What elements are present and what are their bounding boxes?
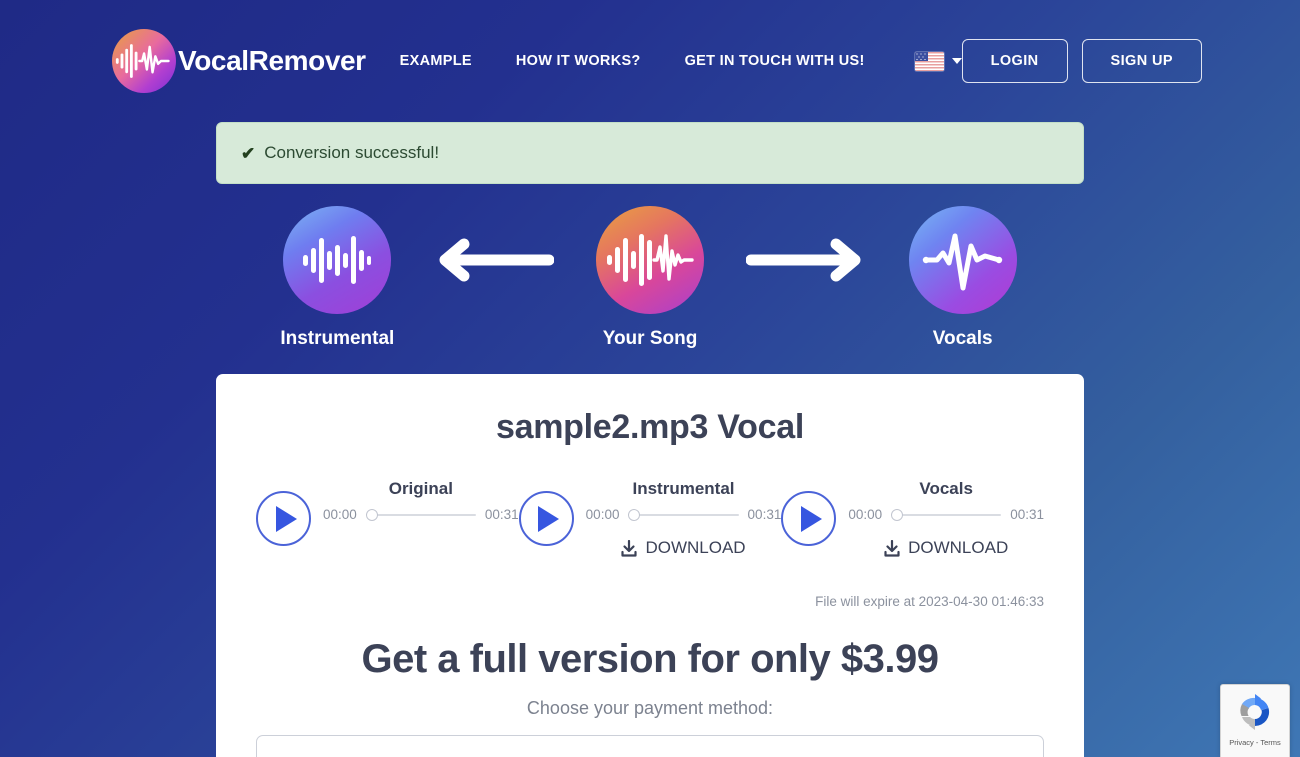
slider-thumb[interactable]: [365, 508, 378, 521]
recaptcha-badge[interactable]: Privacy - Terms: [1220, 684, 1290, 757]
player-group: Original 00:00 00:31 Instrumental 00:00 …: [256, 477, 1044, 558]
nav-contact[interactable]: GET IN TOUCH WITH US!: [685, 45, 865, 77]
track-instrumental: 00:00 00:31: [586, 507, 782, 522]
alert-message: Conversion successful!: [264, 143, 440, 162]
download-icon: [884, 539, 900, 557]
recaptcha-icon: [1235, 692, 1275, 732]
page-title: sample2.mp3 Vocal: [496, 408, 804, 446]
expiry-notice: File will expire at 2023-04-30 01:46:33: [815, 594, 1044, 609]
flow-node-your-song: Your Song: [569, 206, 732, 350]
play-icon: [275, 505, 297, 532]
duration-instrumental: 00:31: [747, 507, 782, 522]
slider-rail: [891, 513, 1002, 516]
us-flag-icon: [914, 51, 944, 71]
duration-vocals: 00:31: [1010, 507, 1045, 522]
page-container: ✔ Conversion successful! Instrumental Yo…: [216, 122, 1084, 757]
signup-button[interactable]: SIGN UP: [1081, 39, 1202, 83]
flow-node-instrumental: Instrumental: [256, 206, 419, 350]
chevron-down-icon: [951, 58, 962, 64]
current-time-instrumental: 00:00: [585, 507, 620, 522]
nav-how-it-works[interactable]: HOW IT WORKS?: [516, 45, 641, 77]
language-selector[interactable]: [914, 51, 962, 71]
slider-rail: [365, 513, 476, 516]
player-vocals: Vocals 00:00 00:31 DOWNLOAD: [781, 477, 1044, 558]
mixed-waveform-icon: [596, 206, 704, 314]
slider-thumb[interactable]: [628, 508, 641, 521]
main-nav: EXAMPLE HOW IT WORKS? GET IN TOUCH WITH …: [400, 45, 962, 77]
arrow-right-icon: [731, 206, 881, 314]
download-button-instrumental[interactable]: DOWNLOAD: [586, 538, 782, 558]
flow-node-vocals: Vocals: [881, 206, 1044, 350]
seek-slider-original[interactable]: [365, 508, 476, 522]
conversion-flow: Instrumental Your Song Vocals: [216, 206, 1084, 350]
player-instrumental: Instrumental 00:00 00:31 DOWNLOAD: [518, 477, 782, 558]
recaptcha-legal-text[interactable]: Privacy - Terms: [1229, 738, 1281, 747]
pulse-waveform-icon: [908, 206, 1017, 314]
slider-rail: [628, 513, 739, 516]
flow-label-your-song: Your Song: [602, 328, 698, 349]
brand-name: VocalRemover: [178, 45, 366, 76]
site-header: VocalRemover EXAMPLE HOW IT WORKS? GET I…: [0, 0, 1300, 122]
slider-thumb[interactable]: [891, 508, 904, 521]
current-time-original: 00:00: [323, 507, 357, 522]
bars-waveform-icon: [283, 206, 392, 314]
waveform-logo-icon: [112, 29, 176, 93]
play-icon: [800, 505, 822, 532]
login-button[interactable]: LOGIN: [961, 39, 1068, 83]
current-time-vocals: 00:00: [848, 507, 883, 522]
download-button-vocals[interactable]: DOWNLOAD: [848, 538, 1044, 558]
nav-example[interactable]: EXAMPLE: [400, 45, 472, 77]
download-label: DOWNLOAD: [645, 538, 746, 557]
payment-method-select[interactable]: [256, 735, 1044, 757]
seek-slider-instrumental[interactable]: [628, 508, 739, 522]
seek-slider-vocals[interactable]: [891, 508, 1002, 522]
track-vocals: 00:00 00:31: [848, 507, 1044, 522]
player-label-vocals: Vocals: [919, 479, 973, 498]
promo-subheading: Choose your payment method:: [526, 698, 774, 718]
duration-original: 00:31: [484, 507, 519, 522]
play-button-instrumental[interactable]: [518, 491, 574, 546]
check-icon: ✔: [241, 143, 256, 163]
download-label: DOWNLOAD: [908, 538, 1009, 557]
auth-buttons: LOGIN SIGN UP: [961, 39, 1202, 83]
brand-logo[interactable]: VocalRemover: [112, 29, 366, 93]
play-icon: [538, 505, 560, 532]
track-original: 00:00 00:31: [323, 507, 519, 522]
download-icon: [621, 539, 638, 557]
flow-label-vocals: Vocals: [932, 328, 993, 349]
flow-label-instrumental: Instrumental: [280, 328, 395, 349]
play-button-vocals[interactable]: [781, 491, 837, 546]
player-label-original: Original: [388, 479, 453, 498]
status-alert: ✔ Conversion successful!: [216, 122, 1084, 184]
promo-heading: Get a full version for only $3.99: [361, 637, 939, 681]
player-original: Original 00:00 00:31: [256, 477, 519, 558]
player-label-instrumental: Instrumental: [632, 479, 735, 498]
play-button-original[interactable]: [256, 491, 311, 546]
arrow-left-icon: [419, 206, 569, 314]
result-card: sample2.mp3 Vocal Original 00:00 00:31 I…: [216, 374, 1084, 757]
